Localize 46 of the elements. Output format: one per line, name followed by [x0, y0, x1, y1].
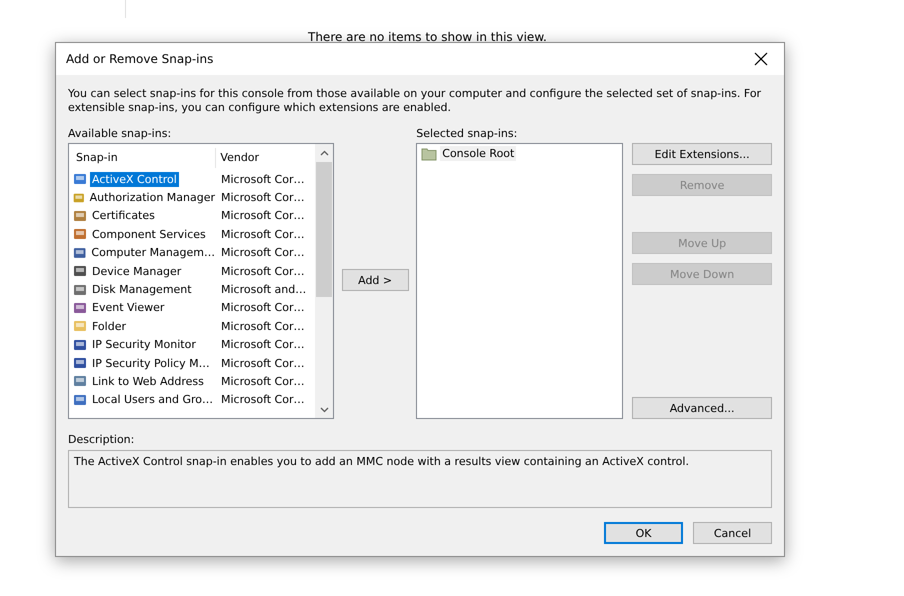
scroll-down-icon[interactable]: [320, 406, 328, 412]
folder-icon: [421, 146, 438, 160]
console-root-item[interactable]: Console Root: [440, 146, 516, 161]
side-button[interactable]: Advanced...: [632, 397, 772, 419]
dialog-button[interactable]: Cancel: [693, 522, 772, 544]
scrollbar[interactable]: [315, 144, 333, 418]
empty-view-message: There are no items to show in this view.: [308, 30, 547, 44]
vendor-cell-text: Microsoft Cor…: [220, 191, 306, 204]
description-label: Description:: [68, 433, 136, 446]
vendor-cell-text: Microsoft Cor…: [220, 320, 306, 333]
vendor-cell-text: Microsoft Cor…: [220, 301, 306, 314]
snap-in-name[interactable]: IP Security Monitor: [90, 337, 198, 352]
vendor-cell-text: Microsoft Cor…: [220, 209, 306, 222]
snap-in-name[interactable]: Device Manager: [90, 264, 184, 279]
add-button[interactable]: Add >: [342, 269, 409, 291]
snap-in-name[interactable]: Event Viewer: [90, 300, 166, 316]
snap-in-name[interactable]: IP Security Policy M…: [90, 356, 212, 371]
vendor-cell-text: Microsoft Cor…: [220, 228, 306, 241]
close-icon[interactable]: [754, 52, 768, 66]
intro-text: You can select snap-ins for this console from those available on your computer and configure the selected set of snap-ins. For extensible snap-ins, you can configure which extensions are enabled.: [68, 87, 762, 115]
vendor-cell-text: Microsoft Cor…: [220, 374, 306, 388]
vendor-cell-text: Microsoft Cor…: [220, 338, 306, 352]
snap-in-name[interactable]: Link to Web Address: [90, 374, 206, 389]
vendor-cell-text: Microsoft Cor…: [220, 393, 306, 406]
vendor-cell-text: Microsoft and…: [220, 283, 308, 296]
dialog-button[interactable]: OK: [604, 522, 683, 544]
vendor-cell-text: Microsoft Cor…: [220, 172, 306, 186]
vendor-cell-text: Microsoft Cor…: [220, 264, 306, 278]
side-button[interactable]: Edit Extensions...: [632, 143, 772, 165]
snap-in-name[interactable]: Folder: [90, 318, 128, 334]
snap-in-name[interactable]: Component Services: [90, 226, 208, 242]
snap-in-name[interactable]: Local Users and Gro…: [90, 392, 216, 408]
snap-in-name[interactable]: Disk Management: [90, 282, 194, 298]
available-label: Available snap-ins:: [68, 127, 172, 140]
column-header[interactable]: Snap-in: [72, 148, 216, 168]
window-title: Add or Remove Snap-ins: [66, 52, 214, 66]
snap-in-name[interactable]: Authorization Manager: [88, 190, 217, 206]
vendor-cell-text: Microsoft Cor…: [220, 356, 306, 370]
snap-in-name[interactable]: Certificates: [90, 208, 157, 224]
snap-in-name[interactable]: ActiveX Control: [90, 172, 179, 187]
description-text: The ActiveX Control snap-in enables you to add an MMC node with a results view containing an ActiveX control.: [74, 455, 689, 468]
snap-in-name[interactable]: Computer Managem…: [89, 245, 217, 260]
selected-label: Selected snap-ins:: [416, 127, 518, 140]
scroll-up-icon[interactable]: [320, 150, 328, 156]
column-header[interactable]: Vendor: [216, 148, 315, 168]
vendor-cell-text: Microsoft Cor…: [220, 246, 306, 260]
